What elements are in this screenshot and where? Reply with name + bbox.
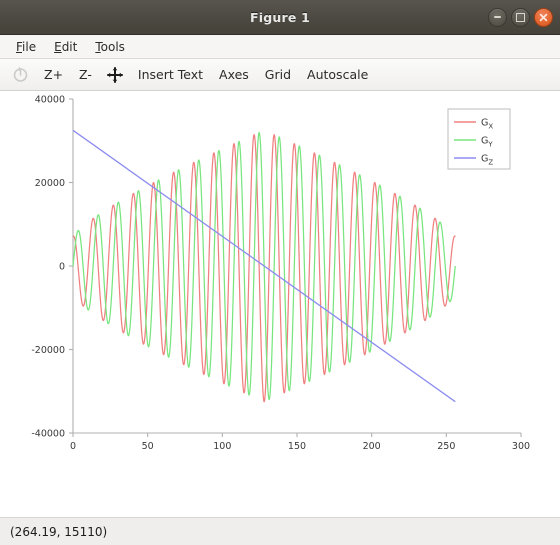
close-button[interactable] xyxy=(534,7,553,27)
axes-button[interactable]: Axes xyxy=(212,63,256,86)
status-bar: (264.19, 15110) xyxy=(0,517,560,545)
tool-bar: Z+ Z- Insert Text Axes Grid Autoscale xyxy=(0,59,560,91)
y-tick-label: 20000 xyxy=(35,178,65,189)
menu-file-rest: ile xyxy=(22,39,37,54)
close-icon xyxy=(539,13,548,21)
title-bar: Figure 1 xyxy=(0,0,560,35)
chart-legend: GXGYGZ xyxy=(447,108,511,170)
menu-edit-mnemonic: E xyxy=(54,39,62,54)
menu-tools-rest: ools xyxy=(100,39,125,54)
x-tick-label: 150 xyxy=(288,441,306,452)
y-tick-label: 40000 xyxy=(35,94,65,105)
maximize-button[interactable] xyxy=(511,7,530,27)
reset-zoom-icon xyxy=(13,67,28,82)
zoom-in-button[interactable]: Z+ xyxy=(37,63,70,86)
zoom-out-button[interactable]: Z- xyxy=(72,63,99,86)
plot-area[interactable]: Gradient Waveforms -40000 -20000 0 20000 4000… xyxy=(0,91,560,517)
legend-subscript-z: Z xyxy=(488,159,493,167)
menu-file[interactable]: File xyxy=(7,38,45,56)
minimize-icon xyxy=(494,16,501,18)
x-tick-label: 250 xyxy=(437,441,455,452)
x-tick-label: 0 xyxy=(70,441,76,452)
maximize-icon xyxy=(516,12,525,22)
menu-edit-rest: dit xyxy=(61,39,78,54)
menu-bar: File Edit Tools xyxy=(0,35,560,59)
menu-tools[interactable]: Tools xyxy=(86,38,134,56)
window-controls xyxy=(488,0,553,34)
reset-zoom-button[interactable] xyxy=(6,64,35,85)
autoscale-button[interactable]: Autoscale xyxy=(300,63,375,86)
cursor-coordinates: (264.19, 15110) xyxy=(10,524,108,539)
x-tick-label: 200 xyxy=(363,441,381,452)
x-tick-label: 300 xyxy=(512,441,530,452)
figure-canvas[interactable]: Gradient Waveforms -40000 -20000 0 20000 4000… xyxy=(0,91,560,517)
legend-subscript-x: X xyxy=(488,123,493,131)
legend-subscript-y: Y xyxy=(487,141,493,149)
pan-button[interactable] xyxy=(101,65,129,85)
pan-move-icon xyxy=(106,66,123,83)
grid-button[interactable]: Grid xyxy=(258,63,298,86)
window-title: Figure 1 xyxy=(250,9,310,25)
legend-box xyxy=(447,108,511,170)
x-tick-label: 100 xyxy=(213,441,231,452)
y-tick-label: -20000 xyxy=(31,345,65,356)
figure-window: Figure 1 File Edit Tools Z+ Z- Insert Te… xyxy=(0,0,560,545)
x-tick-label: 50 xyxy=(142,441,154,452)
y-tick-label: -40000 xyxy=(31,428,65,439)
insert-text-button[interactable]: Insert Text xyxy=(131,63,210,86)
minimize-button[interactable] xyxy=(488,7,507,27)
chart-title: Gradient Waveforms xyxy=(236,91,358,92)
menu-edit[interactable]: Edit xyxy=(45,38,86,56)
y-tick-label: 0 xyxy=(59,261,65,272)
